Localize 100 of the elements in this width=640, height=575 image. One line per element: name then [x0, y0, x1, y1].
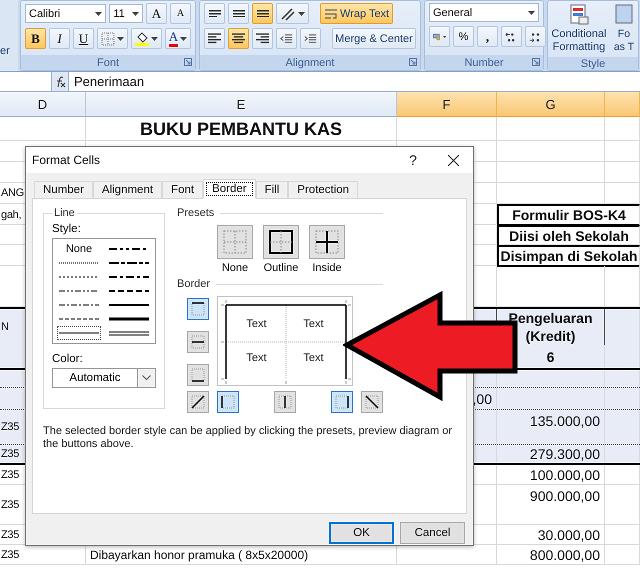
- launcher-icon[interactable]: [184, 58, 192, 66]
- decrease-decimal-button[interactable]: [525, 26, 546, 47]
- field-label: Color:: [52, 353, 84, 365]
- line-style-icon: [109, 303, 149, 307]
- merged-cell: Formulir BOS-K4: [497, 204, 640, 226]
- column-header[interactable]: E: [86, 92, 397, 117]
- launcher-icon[interactable]: [532, 58, 540, 66]
- horizontal-align-button[interactable]: [252, 28, 273, 49]
- merged-cell: Disimpan di Sekolah: [497, 245, 640, 267]
- formula-field[interactable]: Penerimaan: [68, 72, 640, 91]
- border-button[interactable]: [331, 391, 353, 413]
- tab[interactable]: Border: [203, 179, 256, 199]
- function-icon: [54, 76, 66, 88]
- conditional-formatting-button[interactable]: Conditional Formatting: [550, 3, 608, 55]
- border-button[interactable]: [187, 391, 209, 413]
- shrink-font-button[interactable]: A: [170, 3, 191, 24]
- font-size-field[interactable]: 11: [109, 4, 143, 23]
- tab[interactable]: Protection: [288, 181, 358, 199]
- tab[interactable]: Font: [162, 181, 204, 199]
- ribbon-label: er: [0, 44, 10, 56]
- section-heading: Presets: [177, 207, 214, 219]
- border-line-icon: [190, 394, 206, 410]
- vertical-align-button[interactable]: [252, 3, 273, 24]
- preset-label: Outline: [264, 262, 298, 274]
- vertical-align-button[interactable]: [228, 3, 249, 24]
- font-name-field[interactable]: Calibri: [25, 4, 106, 23]
- paint-bucket-icon: [134, 31, 149, 46]
- preview-text: Text: [245, 317, 268, 332]
- table-cell: 900.000,00: [497, 485, 605, 524]
- style-label: None: [66, 243, 92, 255]
- orientation-button[interactable]: [276, 3, 309, 24]
- preview-text: Text: [302, 351, 325, 366]
- caret-icon: [180, 36, 187, 40]
- underline-button[interactable]: U: [73, 28, 94, 49]
- italic-button[interactable]: I: [49, 28, 70, 49]
- line-style-icon: [109, 261, 149, 265]
- merge-center-button[interactable]: Merge & Center: [332, 28, 416, 49]
- percent-button[interactable]: %: [453, 26, 474, 47]
- column-header[interactable]: G: [497, 92, 605, 117]
- wrap-text-icon: [324, 8, 338, 20]
- align-top-icon: [208, 10, 220, 18]
- group-label: Number: [464, 56, 504, 68]
- dialog-title: Format Cells: [32, 153, 102, 167]
- table-cell: [605, 388, 640, 409]
- border-button[interactable]: [187, 331, 209, 353]
- grow-font-button[interactable]: A: [146, 3, 167, 24]
- caret-icon: [150, 36, 158, 40]
- decrease-indent-button[interactable]: [276, 28, 297, 49]
- group-label: Alignment: [286, 56, 334, 68]
- number-format-field[interactable]: General: [429, 3, 539, 22]
- bold-button[interactable]: B: [25, 28, 46, 49]
- wrap-text-button[interactable]: Wrap Text: [320, 3, 394, 24]
- borders-icon: [101, 32, 115, 46]
- line-style-list[interactable]: None: [52, 238, 156, 344]
- line-style-option[interactable]: None: [57, 242, 101, 256]
- column-header[interactable]: F: [397, 92, 497, 117]
- table-icon: [568, 4, 590, 26]
- horizontal-align-button[interactable]: [204, 28, 225, 49]
- border-preview[interactable]: Text Text Text Text: [217, 296, 353, 386]
- increase-decimal-button[interactable]: [501, 26, 522, 47]
- horizontal-align-button[interactable]: [228, 28, 249, 49]
- borders-button[interactable]: [97, 28, 128, 49]
- increase-indent-button[interactable]: [300, 28, 321, 49]
- border-button[interactable]: [274, 391, 296, 413]
- table-cell: [605, 445, 640, 463]
- font-color-button[interactable]: A: [164, 28, 191, 49]
- line-style-icon: [109, 275, 149, 279]
- format-table-button[interactable]: Fo as T: [612, 3, 636, 55]
- caret-icon: [442, 34, 446, 38]
- close-icon: [448, 154, 458, 166]
- launcher-icon[interactable]: [409, 58, 417, 66]
- border-line-icon: [364, 394, 380, 410]
- line-style-icon: [59, 303, 99, 307]
- border-button[interactable]: [187, 298, 209, 320]
- tab[interactable]: Alignment: [92, 181, 162, 199]
- preview-text: Text: [302, 317, 325, 332]
- tab[interactable]: Number: [34, 181, 93, 199]
- accounting-format-button[interactable]: [429, 26, 450, 47]
- table-cell: 135.000,00: [497, 410, 605, 444]
- align-bottom-icon: [256, 10, 268, 18]
- line-style-icon: [59, 261, 99, 265]
- column-header[interactable]: D: [0, 92, 86, 117]
- table-cell: 30.000,00: [497, 525, 605, 544]
- color-dropdown[interactable]: Automatic: [52, 368, 156, 388]
- slanted-text-icon: [280, 6, 296, 20]
- caret-icon: [95, 12, 102, 16]
- border-button[interactable]: [361, 391, 383, 413]
- align-left-icon: [208, 33, 221, 44]
- tab[interactable]: Fill: [256, 181, 288, 199]
- cancel-button[interactable]: Cancel: [400, 522, 465, 544]
- vertical-align-button[interactable]: [204, 3, 225, 24]
- preset-button[interactable]: [309, 225, 345, 259]
- ok-button[interactable]: OK: [329, 522, 394, 544]
- fill-color-button[interactable]: [130, 28, 162, 49]
- line-style-option[interactable]: [57, 326, 101, 340]
- comma-button[interactable]: ,: [477, 26, 498, 47]
- border-button[interactable]: [187, 364, 209, 386]
- border-button[interactable]: [217, 391, 239, 413]
- preset-button[interactable]: [263, 225, 299, 259]
- help-button[interactable]: ?: [393, 147, 433, 173]
